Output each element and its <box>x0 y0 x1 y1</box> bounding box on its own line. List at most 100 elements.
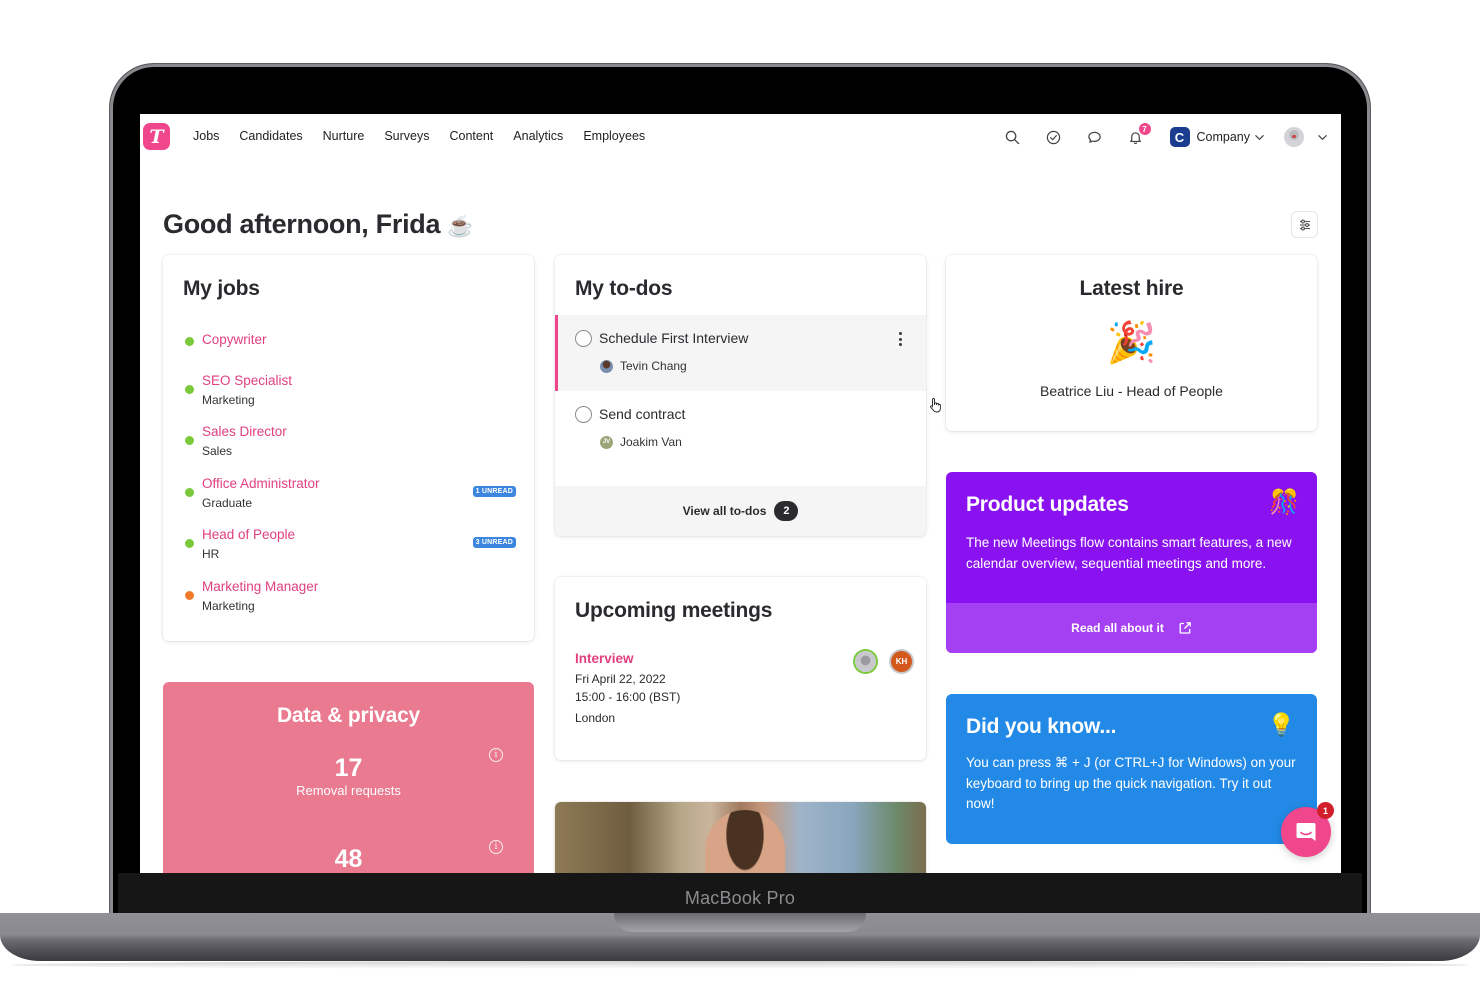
meeting-location: London <box>575 711 616 725</box>
read-more-label: Read all about it <box>1071 621 1164 635</box>
job-title: Head of People <box>202 527 296 542</box>
job-item[interactable]: Office Administrator Graduate 1 UNREAD <box>185 476 516 512</box>
view-all-todos-button[interactable]: View all to-dos 2 <box>555 486 926 536</box>
nav-link-analytics[interactable]: Analytics <box>513 129 563 143</box>
assignee-name: Joakim Van <box>620 435 682 449</box>
nav-link-surveys[interactable]: Surveys <box>384 129 429 143</box>
job-title: SEO Specialist <box>202 373 293 388</box>
job-title: Office Administrator <box>202 476 320 491</box>
status-dot <box>185 488 194 497</box>
todos-count-badge: 2 <box>774 501 799 521</box>
job-department: Marketing <box>202 599 255 613</box>
nav-link-candidates[interactable]: Candidates <box>239 129 302 143</box>
chevron-down-icon <box>1317 131 1329 143</box>
assignee-avatar <box>600 359 613 373</box>
meeting-date: Fri April 22, 2022 <box>575 672 666 686</box>
top-navigation: T Jobs Candidates Nurture Surveys Conten… <box>140 114 1341 160</box>
notification-badge: 7 <box>1138 123 1151 135</box>
status-dot <box>185 436 194 445</box>
job-item[interactable]: SEO Specialist Marketing <box>185 373 515 409</box>
did-you-know-card: Did you know... 💡 You can press ⌘ + J (o… <box>946 694 1317 844</box>
product-updates-title: Product updates <box>966 493 1129 516</box>
laptop-mockup: MacBook Pro T Jobs Candidates Nurture Su… <box>0 0 1480 987</box>
data-privacy-card: Data & privacy i 17 Removal requests i 4… <box>163 682 534 873</box>
todo-item[interactable]: Send contract JV Joakim Van <box>555 391 926 467</box>
todo-checkbox[interactable] <box>575 330 592 347</box>
more-options-icon[interactable] <box>895 332 905 346</box>
job-item[interactable]: Marketing Manager Marketing <box>185 579 515 615</box>
todo-title: Schedule First Interview <box>599 330 749 346</box>
unread-badge: 1 UNREAD <box>472 486 516 497</box>
did-you-know-body: You can press ⌘ + J (or CTRL+J for Windo… <box>966 755 1296 811</box>
laptop-notch <box>614 913 866 932</box>
chat-bubble-icon[interactable] <box>1085 127 1105 147</box>
did-you-know-title: Did you know... <box>966 715 1117 738</box>
confetti-icon: 🎊 <box>1269 489 1299 516</box>
lightbulb-icon: 💡 <box>1267 712 1295 737</box>
party-popper-icon: 🎉 <box>1106 321 1157 365</box>
product-updates-body: The new Meetings flow contains smart fea… <box>966 535 1292 571</box>
user-menu[interactable] <box>1284 127 1329 147</box>
chat-launcher-button[interactable]: 1 <box>1281 802 1334 857</box>
user-avatar <box>1284 127 1304 147</box>
search-icon[interactable] <box>1003 127 1023 147</box>
device-label: MacBook Pro <box>684 888 796 908</box>
assignee-name: Tevin Chang <box>620 359 687 373</box>
my-todos-title: My to-dos <box>575 277 673 300</box>
privacy-stat-count: 48 <box>334 845 363 873</box>
company-switcher[interactable]: C Company <box>1169 127 1267 147</box>
attendee-avatar[interactable] <box>855 651 876 672</box>
product-updates-card: Product updates 🎊 The new Meetings flow … <box>946 472 1317 653</box>
latest-hire-title: Latest hire <box>1079 277 1184 300</box>
todo-assignee: Tevin Chang <box>600 359 687 373</box>
latest-hire-card: Latest hire 🎉 Beatrice Liu - Head of Peo… <box>946 255 1317 431</box>
greeting-text: Good afternoon, Frida <box>163 209 441 239</box>
my-jobs-title: My jobs <box>183 277 260 300</box>
nav-link-nurture[interactable]: Nurture <box>323 129 365 143</box>
job-title: Copywriter <box>202 332 267 347</box>
todo-check-icon[interactable] <box>1044 127 1064 147</box>
chat-unread-badge: 1 <box>1317 802 1334 819</box>
laptop-shadow <box>10 961 1470 969</box>
nav-actions: 7 C Company <box>982 114 1342 160</box>
laptop-bezel: MacBook Pro <box>118 873 1362 913</box>
job-item[interactable]: Head of People HR 3 UNREAD <box>185 527 516 563</box>
my-jobs-card: My jobs Copywriter SEO Specialist Market… <box>163 255 534 641</box>
todo-checkbox[interactable] <box>575 406 592 423</box>
job-item[interactable]: Sales Director Sales <box>185 424 515 460</box>
nav-link-jobs[interactable]: Jobs <box>193 129 219 143</box>
todo-item[interactable]: Schedule First Interview Tevin Chang <box>555 315 926 391</box>
gif-image-card <box>555 802 926 873</box>
status-dot <box>185 591 194 600</box>
view-all-todos-label: View all to-dos <box>682 504 767 518</box>
dashboard-settings-button[interactable] <box>1291 211 1318 238</box>
hand-cursor-icon <box>930 398 941 413</box>
chat-icon <box>1296 823 1316 841</box>
status-dot <box>185 539 194 548</box>
app-logo[interactable]: T <box>143 123 170 150</box>
app-screen: T Jobs Candidates Nurture Surveys Conten… <box>140 114 1341 873</box>
coffee-icon: ☕ <box>447 215 474 238</box>
todo-assignee: JV Joakim Van <box>600 435 682 449</box>
meeting-time: 15:00 - 16:00 (BST) <box>575 690 681 704</box>
attendee-avatar[interactable]: KH <box>891 651 912 672</box>
sliders-icon <box>1299 219 1310 230</box>
chevron-down-icon <box>1254 131 1266 143</box>
meeting-type-link[interactable]: Interview <box>575 651 634 666</box>
job-department: HR <box>202 547 220 561</box>
job-department: Sales <box>202 444 233 458</box>
bell-icon[interactable]: 7 <box>1126 123 1151 147</box>
gif-image <box>705 810 785 873</box>
job-item[interactable]: Copywriter <box>185 332 515 352</box>
unread-badge: 3 UNREAD <box>472 537 516 548</box>
nav-link-content[interactable]: Content <box>450 129 494 143</box>
status-dot <box>185 385 194 394</box>
data-privacy-title: Data & privacy <box>276 704 421 727</box>
nav-link-employees[interactable]: Employees <box>583 129 645 143</box>
assignee-avatar: JV <box>600 435 613 449</box>
company-name: Company <box>1196 130 1251 144</box>
read-all-about-it-link[interactable]: Read all about it <box>946 603 1317 653</box>
page-title: Good afternoon, Frida ☕ <box>163 209 474 240</box>
job-department: Graduate <box>202 496 253 510</box>
latest-hire-name: Beatrice Liu - Head of People <box>1040 383 1223 399</box>
